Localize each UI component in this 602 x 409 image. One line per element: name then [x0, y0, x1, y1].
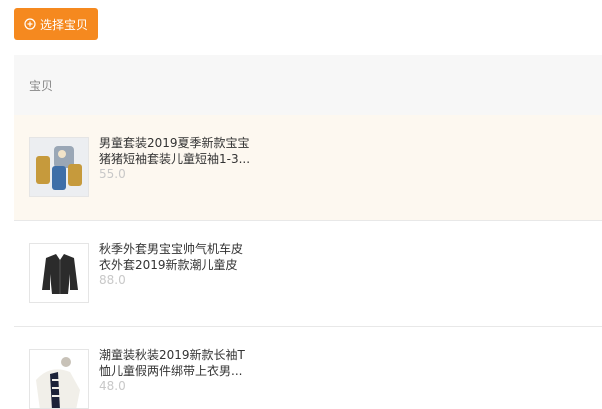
product-thumbnail	[29, 349, 89, 409]
select-item-button[interactable]: 选择宝贝	[14, 8, 98, 40]
select-item-label: 选择宝贝	[39, 17, 88, 32]
table-row[interactable]: 男童套装2019夏季新款宝宝猪猪短袖套装儿童短袖1-3... 55.0	[14, 115, 602, 221]
product-title[interactable]: 秋季外套男宝宝帅气机车皮衣外套2019新款潮儿童皮 ...	[99, 241, 251, 273]
product-price: 88.0	[99, 273, 126, 287]
table-header: 宝贝	[14, 55, 602, 115]
product-title[interactable]: 潮童装秋装2019新款长袖T恤儿童假两件绑带上衣男...	[99, 347, 251, 379]
product-thumbnail	[29, 137, 89, 197]
column-header-item: 宝贝	[29, 78, 54, 93]
plus-circle-icon	[24, 18, 36, 30]
table-row[interactable]: 潮童装秋装2019新款长袖T恤儿童假两件绑带上衣男... 48.0	[14, 327, 602, 409]
product-price: 55.0	[99, 167, 126, 181]
product-title[interactable]: 男童套装2019夏季新款宝宝猪猪短袖套装儿童短袖1-3...	[99, 135, 251, 167]
table-row[interactable]: 秋季外套男宝宝帅气机车皮衣外套2019新款潮儿童皮 ... 88.0	[14, 221, 602, 327]
product-price: 48.0	[99, 379, 126, 393]
product-thumbnail	[29, 243, 89, 303]
item-table: 宝贝 男童套装2019夏季新款宝宝猪猪短袖套装儿童短袖1-3... 55.0 秋…	[14, 55, 602, 409]
